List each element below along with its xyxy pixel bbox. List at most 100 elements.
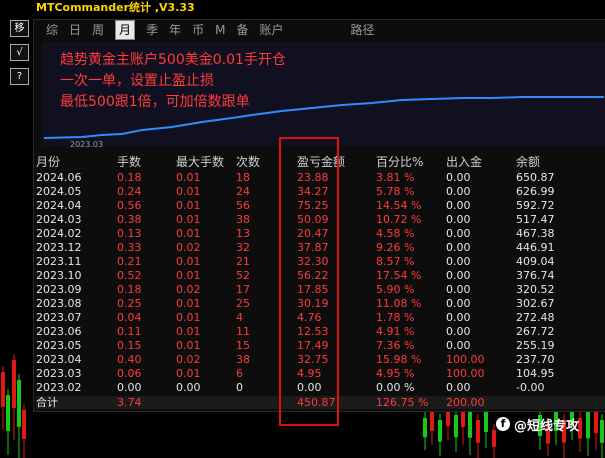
cell-count: 38 bbox=[236, 213, 250, 226]
watermark-text: @短线专攻 bbox=[514, 418, 580, 434]
cell-percent: 4.58 % bbox=[376, 227, 415, 240]
cell-deposit: 0.00 bbox=[446, 199, 471, 212]
cell-deposit: 0.00 bbox=[446, 297, 471, 310]
candle-body bbox=[476, 420, 480, 443]
tab-account[interactable]: 账户 bbox=[259, 21, 283, 39]
cell-max-lots: 0.01 bbox=[176, 227, 201, 240]
cell-count: 13 bbox=[236, 227, 250, 240]
tab-currency[interactable]: 币 bbox=[192, 21, 204, 39]
candle-body bbox=[454, 415, 458, 438]
cell-max-lots: 0.02 bbox=[176, 353, 201, 366]
window-title: MTCommander统计 ,V3.33 bbox=[36, 1, 195, 14]
tab-week[interactable]: 周 bbox=[92, 21, 104, 39]
cell-percent: 14.54 % bbox=[376, 199, 422, 212]
watermark: f @短线专攻 bbox=[496, 413, 579, 435]
cell-count: 11 bbox=[236, 325, 250, 338]
cell-deposit: 0.00 bbox=[446, 311, 471, 324]
facebook-icon: f bbox=[496, 417, 510, 431]
cell-max-lots: 0.01 bbox=[176, 297, 201, 310]
tab-path[interactable]: 路径 bbox=[351, 21, 375, 39]
cell-count: 24 bbox=[236, 185, 250, 198]
cell-lots: 0.18 bbox=[117, 171, 142, 184]
tab-quarter[interactable]: 季 bbox=[146, 21, 158, 39]
cell-max-lots: 0.01 bbox=[176, 367, 201, 380]
cell-max-lots: 0.01 bbox=[176, 171, 201, 184]
cell-month: 2023.06 bbox=[36, 325, 82, 338]
candle-body bbox=[12, 360, 16, 408]
tab-month[interactable]: 月 bbox=[115, 20, 136, 40]
cell-lots: 0.56 bbox=[117, 199, 142, 212]
cell-month: 2023.11 bbox=[36, 255, 82, 268]
cell-count: 56 bbox=[236, 199, 250, 212]
cell-count: 4 bbox=[236, 311, 243, 324]
cell-count: 32 bbox=[236, 241, 250, 254]
cell-deposit: 0.00 bbox=[446, 213, 471, 226]
pnl-highlight-box bbox=[279, 137, 339, 426]
tab-notes[interactable]: 备 bbox=[236, 21, 248, 39]
cell-percent: 4.95 % bbox=[376, 367, 415, 380]
cell-deposit: 0.00 bbox=[446, 227, 471, 240]
header-percent: 百分比% bbox=[376, 155, 424, 169]
cell-count: 0 bbox=[236, 381, 243, 394]
cell-deposit: 0.00 bbox=[446, 241, 471, 254]
cell-count: 38 bbox=[236, 353, 250, 366]
cell-max-lots: 0.01 bbox=[176, 269, 201, 282]
cell-lots: 0.04 bbox=[117, 311, 142, 324]
cell-balance: -0.00 bbox=[516, 381, 545, 394]
chart-x-tick: 2023.03 bbox=[70, 140, 104, 149]
cell-count: 17 bbox=[236, 283, 250, 296]
note-line-1: 趋势黄金主账户500美金0.01手开仓 bbox=[60, 52, 286, 68]
cell-max-lots: 0.01 bbox=[176, 311, 201, 324]
cell-deposit: 0.00 bbox=[446, 185, 471, 198]
tab-year[interactable]: 年 bbox=[169, 21, 181, 39]
cell-deposit: 100.00 bbox=[446, 353, 485, 366]
total-label: 合计 bbox=[36, 396, 58, 409]
cell-balance: 104.95 bbox=[516, 367, 555, 380]
cell-deposit: 100.00 bbox=[446, 367, 485, 380]
cell-count: 18 bbox=[236, 171, 250, 184]
cell-lots: 0.06 bbox=[117, 367, 142, 380]
candle-body bbox=[600, 420, 604, 443]
help-button[interactable]: ? bbox=[10, 68, 29, 85]
cell-month: 2023.10 bbox=[36, 269, 82, 282]
cell-month: 2024.02 bbox=[36, 227, 82, 240]
header-count: 次数 bbox=[236, 155, 261, 169]
cell-lots: 0.18 bbox=[117, 283, 142, 296]
tab-m[interactable]: M bbox=[215, 21, 225, 39]
tab-day[interactable]: 日 bbox=[69, 21, 81, 39]
cell-balance: 467.38 bbox=[516, 227, 555, 240]
cell-max-lots: 0.01 bbox=[176, 213, 201, 226]
candle-body bbox=[586, 412, 590, 439]
cell-percent: 9.26 % bbox=[376, 241, 415, 254]
header-lots: 手数 bbox=[117, 155, 142, 169]
tab-overview[interactable]: 综 bbox=[46, 21, 58, 39]
cell-percent: 7.36 % bbox=[376, 339, 415, 352]
cell-max-lots: 0.01 bbox=[176, 325, 201, 338]
note-line-3: 最低500跟1倍，可加倍数跟单 bbox=[60, 94, 250, 110]
cell-count: 52 bbox=[236, 269, 250, 282]
candle-body bbox=[22, 410, 26, 439]
period-tabs: 综 日 周 月 季 年 币 M 备 账户 路径 bbox=[46, 20, 386, 40]
candle-body bbox=[430, 410, 434, 431]
candle-body bbox=[1, 372, 5, 407]
cell-lots: 0.33 bbox=[117, 241, 142, 254]
cell-deposit: 0.00 bbox=[446, 171, 471, 184]
cell-balance: 237.70 bbox=[516, 353, 555, 366]
cell-count: 21 bbox=[236, 255, 250, 268]
cell-month: 2024.05 bbox=[36, 185, 82, 198]
cell-max-lots: 0.01 bbox=[176, 255, 201, 268]
cell-lots: 0.15 bbox=[117, 339, 142, 352]
candle-body bbox=[6, 395, 10, 431]
cell-percent: 10.72 % bbox=[376, 213, 422, 226]
cell-balance: 320.52 bbox=[516, 283, 555, 296]
cell-month: 2023.02 bbox=[36, 381, 82, 394]
side-toolbar: 移 √ ? bbox=[10, 20, 30, 92]
total-deposit: 200.00 bbox=[446, 396, 485, 409]
check-button[interactable]: √ bbox=[10, 44, 29, 61]
header-month: 月份 bbox=[36, 155, 61, 169]
cell-lots: 0.11 bbox=[117, 325, 142, 338]
note-line-2: 一次一单，设置止盈止损 bbox=[60, 73, 214, 89]
move-button[interactable]: 移 bbox=[10, 20, 29, 37]
cell-deposit: 0.00 bbox=[446, 339, 471, 352]
cell-month: 2024.04 bbox=[36, 199, 82, 212]
